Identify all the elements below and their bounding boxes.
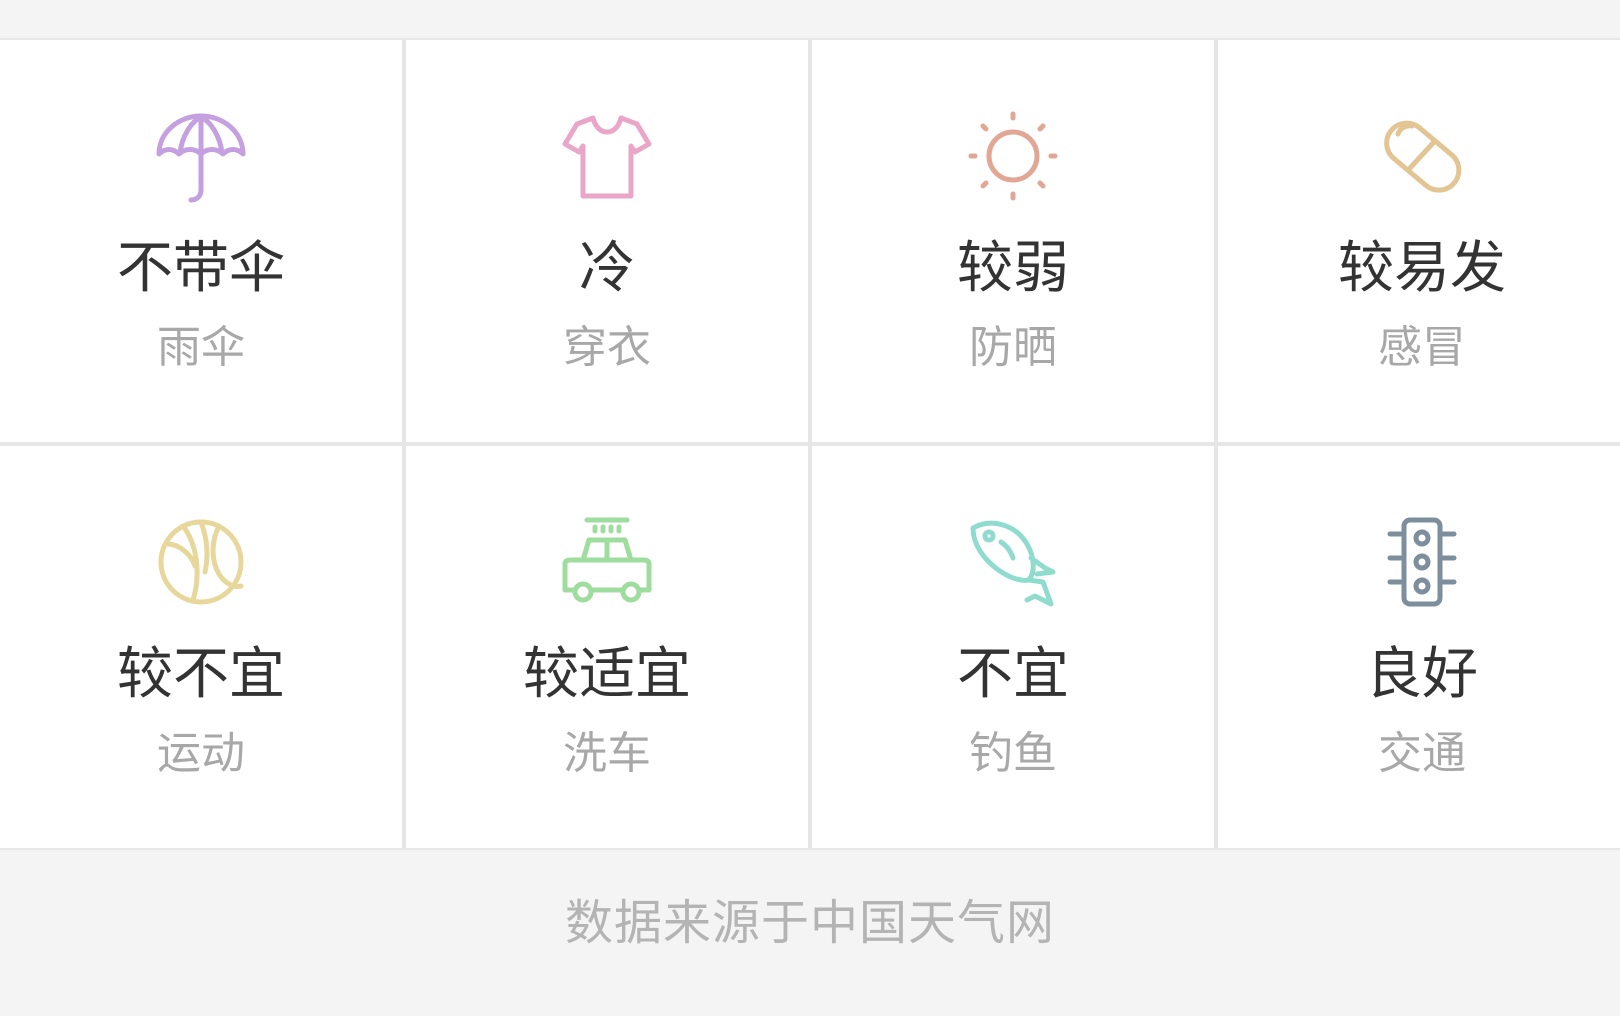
top-strip: [0, 0, 1620, 38]
fish-icon: [965, 514, 1061, 610]
index-label: 感冒: [1378, 322, 1466, 373]
footer: 数据来源于中国天气网: [0, 850, 1620, 1016]
index-value: 较适宜: [523, 642, 691, 707]
index-value: 良好: [1366, 642, 1478, 707]
index-cell-carwash[interactable]: 较适宜 洗车: [406, 446, 808, 848]
life-index-grid: 不带伞 雨伞 冷 穿衣 较弱 防晒 较易发 感冒 较不宜 运动 较适宜 洗车 不…: [0, 38, 1620, 850]
sun-icon: [965, 108, 1061, 204]
pill-icon: [1374, 108, 1470, 204]
index-label: 交通: [1378, 728, 1466, 779]
index-cell-cold[interactable]: 较易发 感冒: [1218, 40, 1620, 442]
index-label: 洗车: [563, 728, 651, 779]
index-value: 不宜: [957, 642, 1069, 707]
index-cell-sport[interactable]: 较不宜 运动: [0, 446, 402, 848]
index-label: 钓鱼: [969, 728, 1057, 779]
basketball-icon: [153, 514, 249, 610]
tshirt-icon: [559, 108, 655, 204]
car-wash-icon: [559, 514, 655, 610]
index-value: 较不宜: [117, 642, 285, 707]
data-source-text: 数据来源于中国天气网: [564, 895, 1055, 951]
index-value: 较弱: [957, 236, 1069, 301]
index-cell-sunscreen[interactable]: 较弱 防晒: [812, 40, 1214, 442]
index-label: 穿衣: [563, 322, 651, 373]
traffic-light-icon: [1374, 514, 1470, 610]
index-label: 雨伞: [157, 322, 245, 373]
index-value: 不带伞: [117, 236, 285, 301]
life-index-page: 不带伞 雨伞 冷 穿衣 较弱 防晒 较易发 感冒 较不宜 运动 较适宜 洗车 不…: [0, 0, 1620, 1016]
umbrella-icon: [153, 108, 249, 204]
index-cell-umbrella[interactable]: 不带伞 雨伞: [0, 40, 402, 442]
index-label: 运动: [157, 728, 245, 779]
index-cell-fishing[interactable]: 不宜 钓鱼: [812, 446, 1214, 848]
index-cell-traffic[interactable]: 良好 交通: [1218, 446, 1620, 848]
index-value: 较易发: [1338, 236, 1506, 301]
index-label: 防晒: [969, 322, 1057, 373]
index-value: 冷: [579, 236, 635, 301]
index-cell-clothing[interactable]: 冷 穿衣: [406, 40, 808, 442]
